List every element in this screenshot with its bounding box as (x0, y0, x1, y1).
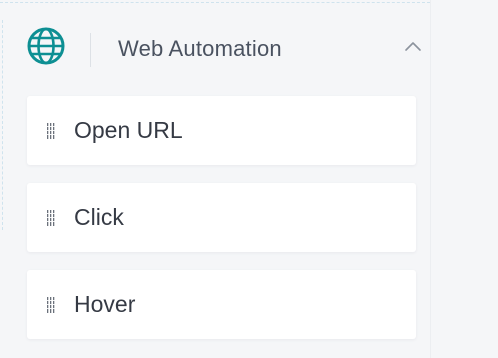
chevron-up-icon[interactable] (403, 38, 423, 54)
header-divider (90, 33, 91, 67)
globe-icon (26, 26, 66, 66)
panel-divider (430, 0, 431, 358)
dashed-border-top (0, 2, 430, 3)
action-item-label: Click (74, 204, 124, 230)
action-item-hover[interactable]: Hover (27, 270, 416, 339)
category-title: Web Automation (118, 36, 282, 61)
action-item-open-url[interactable]: Open URL (27, 96, 416, 165)
action-item-label: Hover (74, 291, 136, 317)
drag-handle-icon[interactable] (46, 210, 56, 226)
automation-panel: Web Automation Open URL Click Hover (0, 0, 498, 358)
action-item-click[interactable]: Click (27, 183, 416, 252)
drag-handle-icon[interactable] (46, 297, 56, 313)
category-header-web-automation[interactable]: Web Automation (0, 22, 430, 78)
action-item-label: Open URL (74, 117, 183, 143)
drag-handle-icon[interactable] (46, 123, 56, 139)
